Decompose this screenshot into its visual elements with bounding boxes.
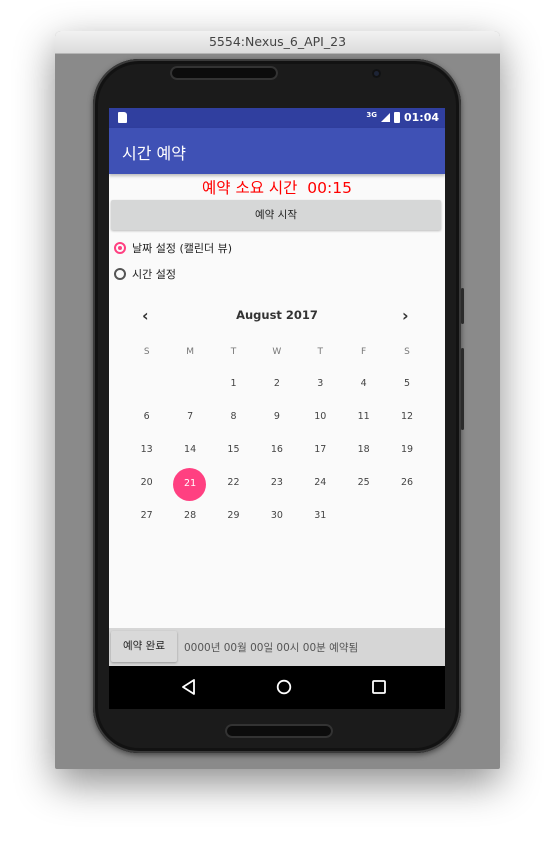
status-bar: 3G 01:04 <box>109 108 445 128</box>
home-icon[interactable] <box>254 666 314 709</box>
back-icon[interactable] <box>159 666 219 709</box>
calendar-day[interactable]: 5 <box>385 374 428 407</box>
calendar-empty-cell <box>385 506 428 539</box>
calendar-day[interactable]: 16 <box>255 440 298 473</box>
weekday-sat: S <box>404 347 410 357</box>
radio-checked-icon[interactable] <box>114 242 126 254</box>
radio-unchecked-icon[interactable] <box>114 268 126 280</box>
calendar-day-selected[interactable]: 21 <box>168 468 211 506</box>
sd-card-icon <box>118 112 127 123</box>
calendar-day[interactable]: 9 <box>255 407 298 440</box>
radio-time-setting[interactable]: 시간 설정 <box>114 266 176 282</box>
chevron-right-icon[interactable]: › <box>402 306 409 325</box>
radio-label-date: 날짜 설정 (캘린더 뷰) <box>132 242 233 255</box>
status-time: 01:04 <box>403 111 439 124</box>
calendar-day[interactable]: 19 <box>385 440 428 473</box>
battery-icon <box>393 112 400 123</box>
calendar-week-row: 13 14 15 16 17 18 19 <box>125 440 429 473</box>
calendar-weeks: 1 2 3 4 5 6 7 8 9 10 11 12 13 14 15 16 17 18 19 20 21 22 23 24 2… <box>125 374 429 539</box>
calendar-weekday-row: S M T W T F S <box>125 343 429 374</box>
calendar-empty-cell <box>342 506 385 539</box>
weekday-wed: W <box>272 347 282 357</box>
calendar-day[interactable]: 11 <box>342 407 385 440</box>
weekday-thu: T <box>317 347 324 357</box>
calendar-day[interactable]: 2 <box>255 374 298 407</box>
calendar-day[interactable]: 22 <box>212 473 255 506</box>
reservation-duration: 예약 소요 시간 00:15 <box>202 179 352 197</box>
calendar-empty-cell <box>168 374 211 407</box>
footer-bar: 예약 완료 0000년 00월 00일 00시 00분 예약됨 <box>109 628 445 666</box>
power-button[interactable] <box>461 288 464 324</box>
recents-icon[interactable] <box>349 666 409 709</box>
calendar-day[interactable]: 1 <box>212 374 255 407</box>
complete-reservation-button[interactable]: 예약 완료 <box>111 631 177 662</box>
calendar-day[interactable]: 25 <box>342 473 385 506</box>
weekday-fri: F <box>361 347 367 357</box>
radio-date-setting[interactable]: 날짜 설정 (캘린더 뷰) <box>114 240 232 256</box>
calendar-day[interactable]: 31 <box>299 506 342 539</box>
emulator-title: 5554:Nexus_6_API_23 <box>55 31 500 54</box>
weekday-tue: T <box>230 347 237 357</box>
calendar-empty-cell <box>125 374 168 407</box>
calendar-day[interactable]: 26 <box>385 473 428 506</box>
calendar-week-row: 27 28 29 30 31 <box>125 506 429 539</box>
calendar-day[interactable]: 7 <box>168 407 211 440</box>
calendar-day[interactable]: 10 <box>299 407 342 440</box>
calendar-day[interactable]: 18 <box>342 440 385 473</box>
weekday-mon: M <box>186 347 194 357</box>
calendar-week-row: 6 7 8 9 10 11 12 <box>125 407 429 440</box>
calendar-month-label: August 2017 <box>236 308 318 322</box>
calendar-day[interactable]: 6 <box>125 407 168 440</box>
phone-speaker-top <box>170 66 278 80</box>
calendar-day[interactable]: 15 <box>212 440 255 473</box>
volume-button[interactable] <box>461 348 464 430</box>
calendar-grid: S M T W T F S 1 2 3 4 5 6 7 8 9 10 11 12 13 14 15 16 17 1… <box>125 343 429 539</box>
phone-speaker-bottom <box>225 724 333 738</box>
calendar-week-row: 12345 <box>125 374 429 407</box>
calendar-day[interactable]: 4 <box>342 374 385 407</box>
calendar-day[interactable]: 3 <box>299 374 342 407</box>
reservation-status-text: 0000년 00월 00일 00시 00분 예약됨 <box>184 642 359 654</box>
navigation-bar <box>109 666 445 709</box>
calendar-day[interactable]: 13 <box>125 440 168 473</box>
calendar-day[interactable]: 29 <box>212 506 255 539</box>
calendar-day[interactable]: 17 <box>299 440 342 473</box>
calendar-week-row: 20 21 22 23 24 25 26 <box>125 468 429 506</box>
signal-icon <box>380 113 390 122</box>
calendar-day[interactable]: 23 <box>255 473 298 506</box>
calendar-day[interactable]: 24 <box>299 473 342 506</box>
page-title: 시간 예약 <box>122 144 186 163</box>
calendar-day[interactable]: 28 <box>168 506 211 539</box>
app-bar: 시간 예약 <box>109 128 445 174</box>
radio-label-time: 시간 설정 <box>132 268 176 281</box>
calendar-day[interactable]: 27 <box>125 506 168 539</box>
start-reservation-button[interactable]: 예약 시작 <box>111 200 441 230</box>
weekday-sun: S <box>143 347 150 357</box>
calendar-day[interactable]: 30 <box>255 506 298 539</box>
network-type: 3G <box>366 110 377 119</box>
calendar-day[interactable]: 12 <box>385 407 428 440</box>
device-screen: 3G 01:04 시간 예약 예약 소요 시간 00:15 예약 시작 날짜 설… <box>109 108 445 709</box>
phone-camera <box>372 69 381 78</box>
calendar-day[interactable]: 8 <box>212 407 255 440</box>
calendar-day[interactable]: 20 <box>125 473 168 506</box>
